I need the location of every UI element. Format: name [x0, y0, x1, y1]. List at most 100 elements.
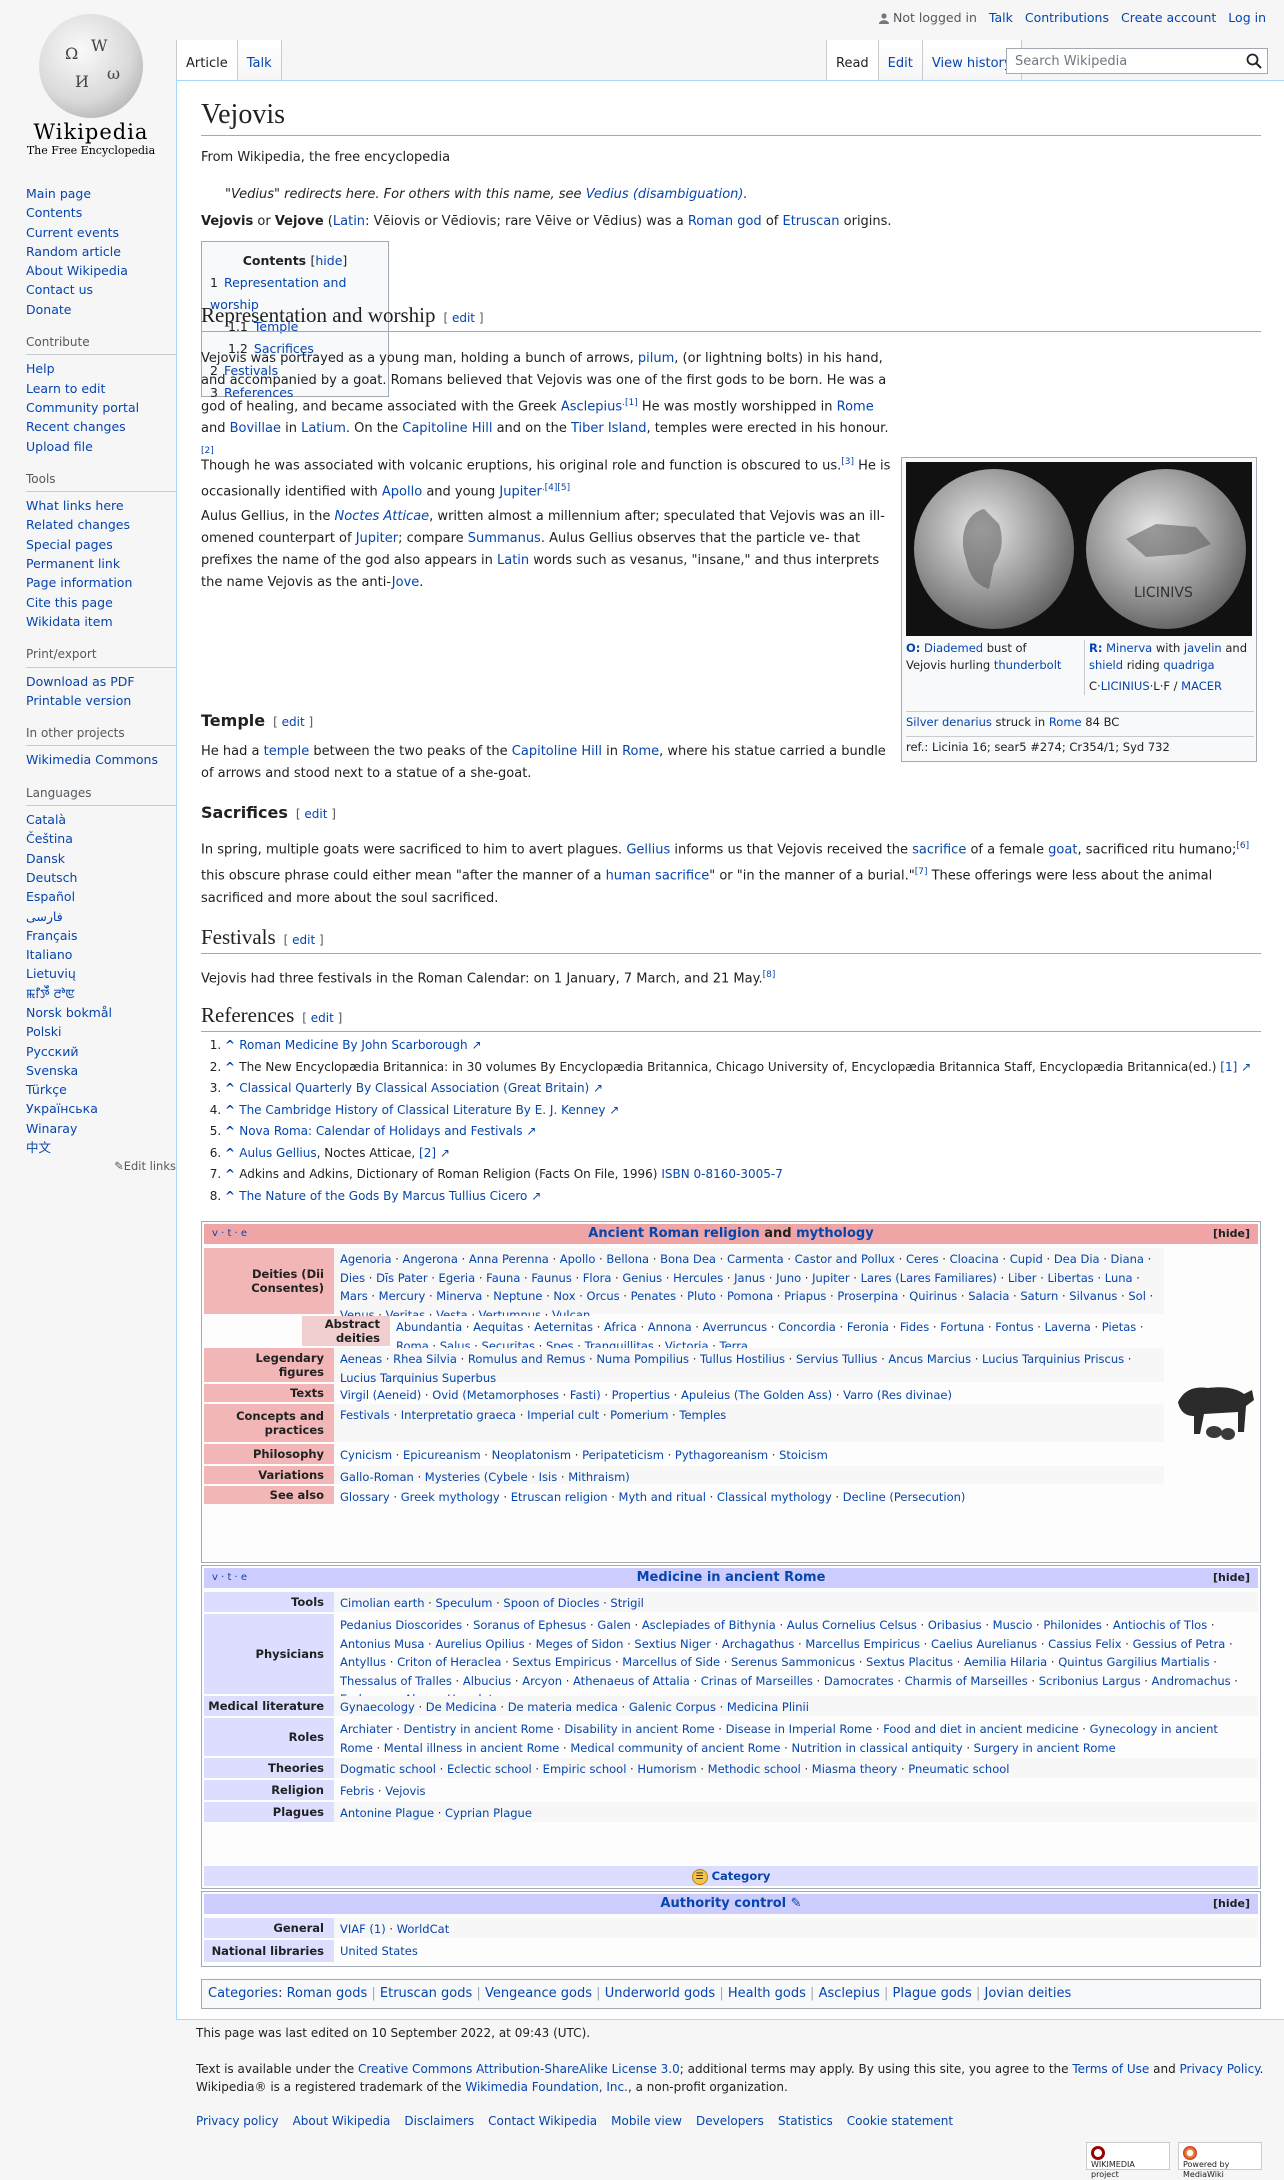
latin-link-2[interactable]: Latin [497, 553, 529, 568]
navbox-link[interactable]: Oribasius [928, 1618, 982, 1632]
navbox-link[interactable]: Medical community of ancient Rome [570, 1741, 780, 1755]
navbox-link[interactable]: Proserpina [837, 1289, 898, 1303]
roman-religion-link[interactable]: Ancient Roman religion [588, 1226, 759, 1241]
navbox-link[interactable]: Damocrates [824, 1674, 894, 1688]
category-item[interactable]: Plague gods [893, 1986, 972, 2001]
navbox-link[interactable]: Stoicism [779, 1448, 828, 1462]
navbox-hide-toggle[interactable]: [hide] [1213, 1224, 1250, 1244]
navbox-link[interactable]: Africa [604, 1320, 637, 1334]
backlink-caret[interactable]: ^ [225, 1146, 239, 1160]
language-link-t-rk-e[interactable]: Türkçe [26, 1080, 176, 1099]
navbox-link[interactable]: United States [340, 1944, 418, 1958]
navbox-link[interactable]: Fides [900, 1320, 929, 1334]
navbox-link[interactable]: Food and diet in ancient medicine [883, 1722, 1078, 1736]
language-link-svenska[interactable]: Svenska [26, 1061, 176, 1080]
authority-control-link[interactable]: Authority control [660, 1896, 786, 1911]
navbox-link[interactable]: Aemilia Hilaria [964, 1655, 1047, 1669]
navbox-link[interactable]: Bellona [606, 1252, 649, 1266]
navbox-link[interactable]: Egeria [439, 1271, 476, 1285]
sidebar-item-download-as-pdf[interactable]: Download as PDF [26, 672, 176, 691]
apollo-link[interactable]: Apollo [382, 485, 422, 500]
navbox-link[interactable]: Pluto [687, 1289, 716, 1303]
navbox-link[interactable]: Dogmatic school [340, 1762, 436, 1776]
shield-link[interactable]: shield [1089, 658, 1123, 672]
backlink-caret[interactable]: ^ [225, 1167, 239, 1181]
navbox-link[interactable]: Apuleius (The Golden Ass) [681, 1388, 832, 1402]
navbox-link[interactable]: Jupiter [812, 1271, 850, 1285]
sidebar-item-related-changes[interactable]: Related changes [26, 515, 176, 534]
navbox-link[interactable]: Strigil [610, 1596, 643, 1610]
hatnote-link[interactable]: Vedius (disambiguation) [586, 187, 744, 202]
navbox-link[interactable]: Diana [1111, 1252, 1144, 1266]
navbox-link[interactable]: Marcellus of Side [622, 1655, 720, 1669]
navbox-link[interactable]: Janus [734, 1271, 765, 1285]
noctes-atticae-link[interactable]: Noctes Atticae [335, 509, 430, 524]
category-item[interactable]: Roman gods [287, 1986, 368, 2001]
navbox-link[interactable]: Philonides [1043, 1618, 1102, 1632]
navbox-link[interactable]: Minerva [436, 1289, 482, 1303]
edit-section-link[interactable]: edit [304, 807, 327, 821]
navbox-link[interactable]: Galen [597, 1618, 631, 1632]
navbox-link[interactable]: Vejovis [385, 1784, 425, 1798]
rome-link-2[interactable]: Rome [622, 744, 659, 759]
navbox-link[interactable]: Luna [1105, 1271, 1133, 1285]
navbox-link[interactable]: Varro (Res divinae) [843, 1388, 952, 1402]
navbox-link[interactable]: Methodic school [708, 1762, 801, 1776]
navbox-link[interactable]: Ceres [906, 1252, 939, 1266]
categories-label[interactable]: Categories [208, 1986, 278, 2001]
navbox-link[interactable]: Asclepiades of Bithynia [642, 1618, 776, 1632]
navbox-hide-toggle[interactable]: [hide] [1213, 1894, 1250, 1914]
login-link[interactable]: Log in [1228, 10, 1266, 25]
sidebar-item-upload-file[interactable]: Upload file [26, 437, 176, 456]
latium-link[interactable]: Latium [301, 421, 346, 436]
navbox-link[interactable]: Genius [622, 1271, 662, 1285]
navbox-link[interactable]: Festivals [340, 1408, 390, 1422]
navbox-link[interactable]: Feronia [847, 1320, 889, 1334]
navbox-link[interactable]: Silvanus [1069, 1289, 1117, 1303]
navbox-link[interactable]: Galenic Corpus [629, 1700, 716, 1714]
navbox-link[interactable]: Archagathus [722, 1637, 794, 1651]
reference-link[interactable]: The Cambridge History of Classical Liter… [239, 1103, 605, 1117]
navbox-link[interactable]: Arcyon [522, 1674, 562, 1688]
navbox-link[interactable]: Empiric school [543, 1762, 627, 1776]
diademed-link[interactable]: Diademed [924, 641, 983, 655]
category-link[interactable]: Category [712, 1869, 771, 1883]
navbox-link[interactable]: Gessius of Petra [1133, 1637, 1226, 1651]
silver-denarius-link[interactable]: Silver denarius [906, 715, 992, 729]
navbox-link[interactable]: Tullus Hostilius [700, 1352, 785, 1366]
reference-link[interactable]: [2] [419, 1146, 436, 1160]
navbox-link[interactable]: Epicureanism [403, 1448, 481, 1462]
navbox-link[interactable]: Humorism [637, 1762, 696, 1776]
navbox-link[interactable]: Hercules [673, 1271, 723, 1285]
sidebar-item-current-events[interactable]: Current events [26, 223, 176, 242]
navbox-link[interactable]: Neptune [493, 1289, 542, 1303]
gellius-link[interactable]: Gellius [626, 842, 670, 857]
cc-license-link[interactable]: Creative Commons Attribution-ShareAlike … [358, 2062, 680, 2076]
navbox-link[interactable]: Sextus Placitus [866, 1655, 953, 1669]
backlink-caret[interactable]: ^ [225, 1103, 239, 1117]
navbox-link[interactable]: Glossary [340, 1490, 390, 1504]
navbox-link[interactable]: Bona Dea [660, 1252, 716, 1266]
navbox-link[interactable]: Etruscan religion [511, 1490, 608, 1504]
navbox-link[interactable]: Cimolian earth [340, 1596, 425, 1610]
navbox-link[interactable]: Priapus [784, 1289, 826, 1303]
navbox-link[interactable]: Flora [583, 1271, 612, 1285]
footer-link[interactable]: Contact Wikipedia [488, 2112, 597, 2130]
edit-links[interactable]: ✎Edit links [26, 1157, 176, 1176]
thunderbolt-link[interactable]: thunderbolt [994, 658, 1062, 672]
navbox-link[interactable]: Serenus Sammonicus [731, 1655, 855, 1669]
navbox-link[interactable]: Ancus Marcius [888, 1352, 971, 1366]
navbox-link[interactable]: Peripateticism [582, 1448, 664, 1462]
language-link-polski[interactable]: Polski [26, 1022, 176, 1041]
navbox-link[interactable]: Decline (Persecution) [843, 1490, 966, 1504]
she-wolf-image[interactable] [1174, 1372, 1256, 1444]
jupiter-link-2[interactable]: Jupiter [356, 531, 398, 546]
navbox-link[interactable]: VIAF (1) [340, 1922, 386, 1936]
navbox-link[interactable]: Imperial cult [527, 1408, 599, 1422]
navbox-link[interactable]: Juno [776, 1271, 801, 1285]
tab-read[interactable]: Read [826, 40, 879, 80]
sidebar-item-help[interactable]: Help [26, 359, 176, 378]
navbox-link[interactable]: Sol [1128, 1289, 1146, 1303]
tab-talk[interactable]: Talk [237, 40, 282, 80]
minerva-link[interactable]: Minerva [1106, 641, 1152, 655]
